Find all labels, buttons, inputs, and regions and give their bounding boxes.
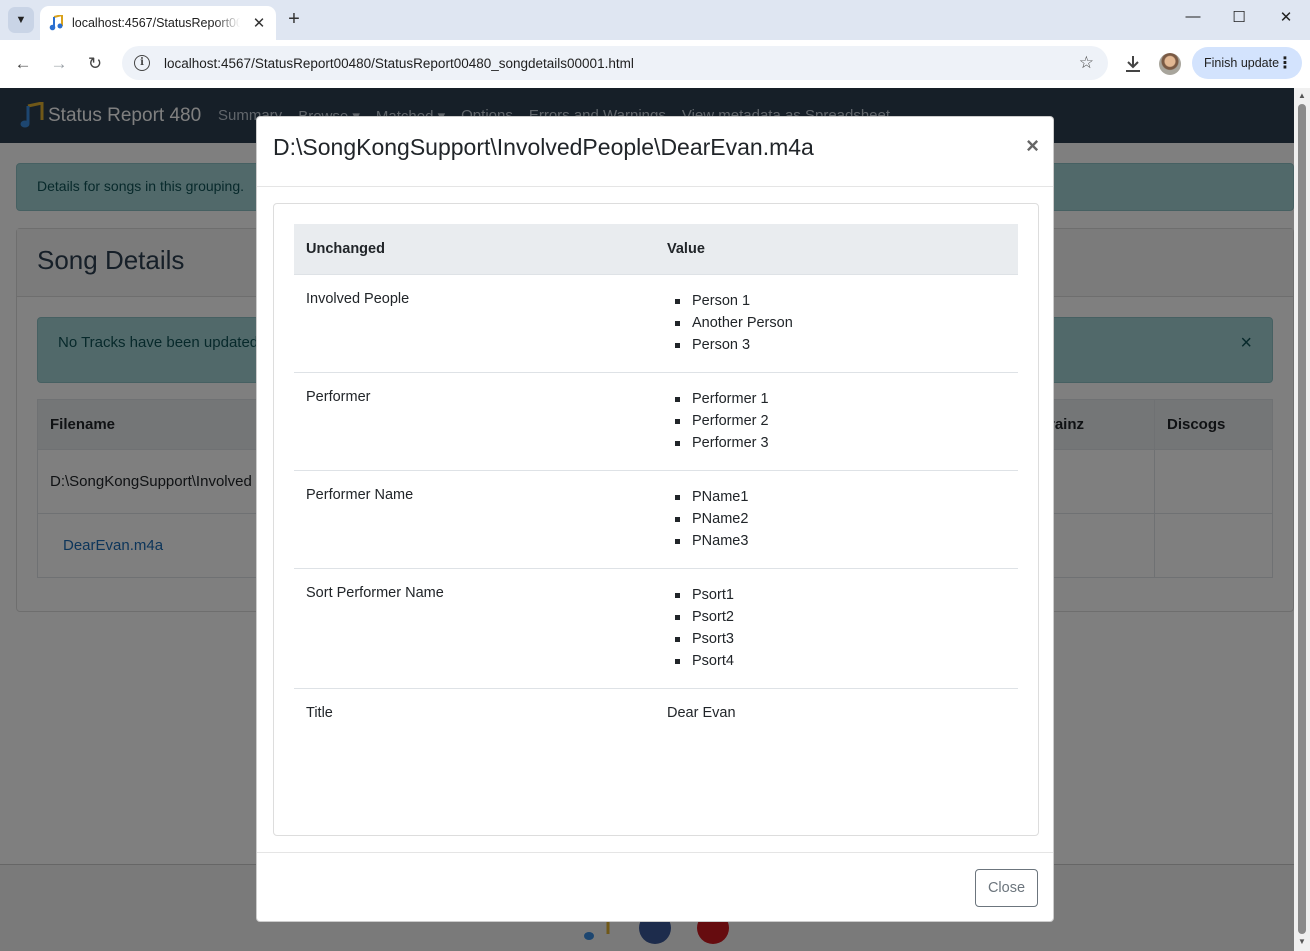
minimize-icon[interactable]: — [1170, 8, 1216, 25]
table-row: Title Dear Evan [294, 688, 1018, 736]
forward-arrow-icon[interactable]: → [45, 50, 73, 78]
list-item: Person 3 [675, 333, 1006, 357]
value-list: Person 1 Another Person Person 3 [667, 289, 1006, 357]
column-header-unchanged: Unchanged [294, 224, 655, 275]
list-item: Another Person [675, 311, 1006, 335]
song-metadata-modal: D:\SongKongSupport\InvolvedPeople\DearEv… [256, 116, 1054, 922]
field-name: Title [306, 704, 333, 721]
value-list: Performer 1 Performer 2 Performer 3 [667, 387, 1006, 455]
list-item: PName3 [675, 529, 1006, 553]
metadata-table: Unchanged Value Involved People Person 1… [294, 224, 1018, 736]
page-scrollbar[interactable]: ▲ ▼ [1294, 88, 1310, 951]
list-item: Person 1 [675, 289, 1006, 313]
modal-body: Unchanged Value Involved People Person 1… [273, 203, 1039, 836]
modal-header: D:\SongKongSupport\InvolvedPeople\DearEv… [257, 117, 1053, 187]
new-tab-button[interactable]: + [282, 8, 306, 32]
scrollbar-thumb[interactable] [1298, 104, 1306, 934]
tab-search-button[interactable]: ▼ [8, 7, 34, 33]
finish-update-label: Finish update [1204, 56, 1280, 70]
field-name: Performer [294, 372, 655, 471]
maximize-icon[interactable]: ☐ [1216, 8, 1262, 26]
tab-close-icon[interactable]: ✕ [250, 14, 268, 32]
finish-update-button[interactable]: Finish update ⋮ [1192, 47, 1302, 79]
download-icon[interactable] [1122, 53, 1144, 75]
field-name: Sort Performer Name [294, 568, 655, 689]
scroll-down-icon[interactable]: ▼ [1294, 937, 1310, 946]
tab-title: localhost:4567/StatusReport00480/StatusR… [72, 16, 240, 30]
list-item: PName1 [675, 485, 1006, 509]
list-item: Psort1 [675, 583, 1006, 607]
browser-toolbar: ← → ↻ i localhost:4567/StatusReport00480… [0, 40, 1310, 87]
bookmark-star-icon[interactable]: ☆ [1079, 53, 1094, 73]
chevron-down-icon: ▼ [15, 14, 27, 26]
table-row: Sort Performer Name Psort1 Psort2 Psort3… [294, 568, 1018, 689]
modal-close-icon[interactable]: × [1026, 133, 1039, 159]
table-row: Performer Name PName1 PName2 PName3 [294, 470, 1018, 569]
list-item: Psort4 [675, 649, 1006, 673]
profile-avatar[interactable] [1159, 53, 1181, 75]
window-close-icon[interactable]: ✕ [1263, 8, 1309, 26]
music-note-icon [48, 15, 64, 31]
list-item: Psort2 [675, 605, 1006, 629]
value-list: Psort1 Psort2 Psort3 Psort4 [667, 583, 1006, 673]
field-value: Dear Evan [667, 704, 736, 721]
list-item: Performer 2 [675, 409, 1006, 433]
url-text[interactable]: localhost:4567/StatusReport00480/StatusR… [164, 56, 634, 71]
field-name: Involved People [294, 274, 655, 373]
browser-tab[interactable]: localhost:4567/StatusReport00480/StatusR… [40, 6, 276, 40]
back-arrow-icon[interactable]: ← [9, 50, 37, 78]
reload-icon[interactable]: ↻ [81, 50, 109, 78]
field-name: Performer Name [294, 470, 655, 569]
close-button[interactable]: Close [975, 869, 1038, 907]
modal-footer: Close [257, 852, 1053, 922]
list-item: Psort3 [675, 627, 1006, 651]
table-row: Involved People Person 1 Another Person … [294, 274, 1018, 373]
value-list: PName1 PName2 PName3 [667, 485, 1006, 553]
more-menu-icon: ⋮ [1277, 55, 1293, 72]
modal-title: D:\SongKongSupport\InvolvedPeople\DearEv… [273, 134, 814, 160]
address-bar[interactable]: i localhost:4567/StatusReport00480/Statu… [122, 46, 1108, 80]
list-item: Performer 1 [675, 387, 1006, 411]
site-info-icon[interactable]: i [134, 55, 150, 71]
scroll-up-icon[interactable]: ▲ [1294, 91, 1310, 100]
tab-strip: ▼ localhost:4567/StatusReport00480/Statu… [0, 0, 1310, 40]
column-header-value: Value [655, 224, 1018, 275]
browser-chrome: ▼ localhost:4567/StatusReport00480/Statu… [0, 0, 1310, 87]
table-row: Performer Performer 1 Performer 2 Perfor… [294, 372, 1018, 471]
list-item: Performer 3 [675, 431, 1006, 455]
list-item: PName2 [675, 507, 1006, 531]
